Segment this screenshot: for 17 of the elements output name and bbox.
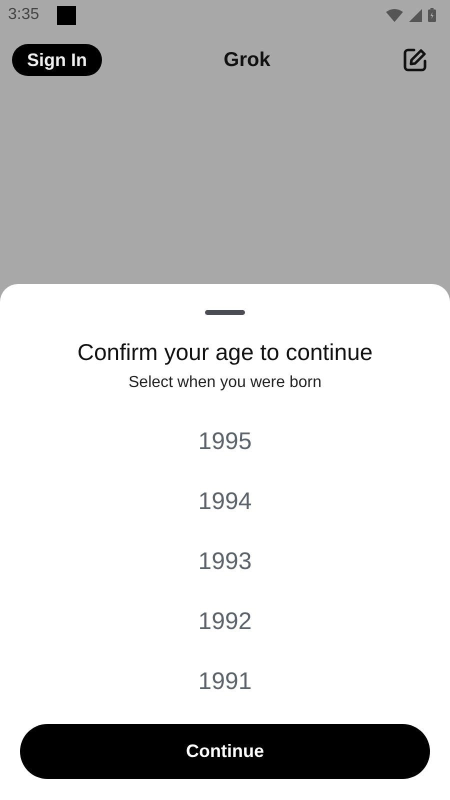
continue-button[interactable]: Continue xyxy=(20,724,430,779)
sign-in-button[interactable]: Sign In xyxy=(12,44,102,76)
year-option[interactable]: 1993 xyxy=(198,532,252,592)
sheet-title: Confirm your age to continue xyxy=(77,339,373,366)
wifi-icon xyxy=(386,8,403,22)
year-option[interactable]: 1991 xyxy=(198,652,252,712)
year-option[interactable]: 1994 xyxy=(198,472,252,532)
signal-icon xyxy=(409,8,422,22)
drag-handle[interactable] xyxy=(205,310,245,315)
status-time: 3:35 xyxy=(8,6,40,24)
sheet-subtitle: Select when you were born xyxy=(128,374,322,392)
notification-icon xyxy=(57,6,76,24)
year-option[interactable]: 1992 xyxy=(198,592,252,652)
year-option[interactable]: 1995 xyxy=(198,412,252,472)
app-title: Grok xyxy=(224,48,270,72)
battery-icon xyxy=(428,8,436,22)
edit-icon[interactable] xyxy=(402,47,428,73)
